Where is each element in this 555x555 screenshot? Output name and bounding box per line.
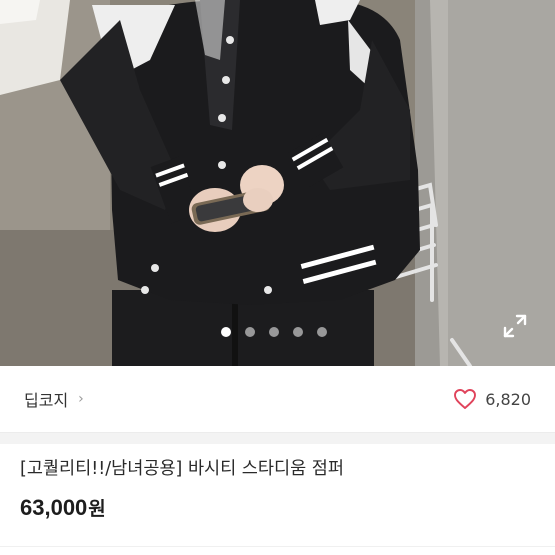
- product-title: [고퀄리티!!/남녀공용] 바시티 스타디움 점퍼: [20, 459, 344, 479]
- seller-name: 딥코지: [24, 391, 69, 410]
- carousel-dot[interactable]: [269, 327, 279, 337]
- carousel-dot[interactable]: [317, 327, 327, 337]
- bottom-divider: [0, 546, 555, 547]
- product-photo-illustration: [0, 0, 555, 366]
- like-count: 6,820: [485, 389, 531, 409]
- seller-link[interactable]: 딥코지 ›: [24, 387, 84, 411]
- product-image[interactable]: [0, 0, 555, 366]
- like-button[interactable]: 6,820: [453, 388, 531, 410]
- price-currency: 원: [88, 498, 106, 520]
- heart-outline-icon: [454, 389, 477, 409]
- price-value: 63,000: [20, 495, 88, 520]
- section-divider: [0, 432, 555, 444]
- carousel-dot[interactable]: [221, 327, 231, 337]
- carousel-dot[interactable]: [293, 327, 303, 337]
- seller-row: 딥코지 › 6,820: [0, 366, 555, 432]
- carousel-dot[interactable]: [245, 327, 255, 337]
- chevron-right-icon: ›: [78, 391, 84, 407]
- carousel-indicator: [221, 327, 327, 337]
- fullscreen-icon[interactable]: [500, 311, 530, 341]
- product-price: 63,000원: [20, 494, 106, 521]
